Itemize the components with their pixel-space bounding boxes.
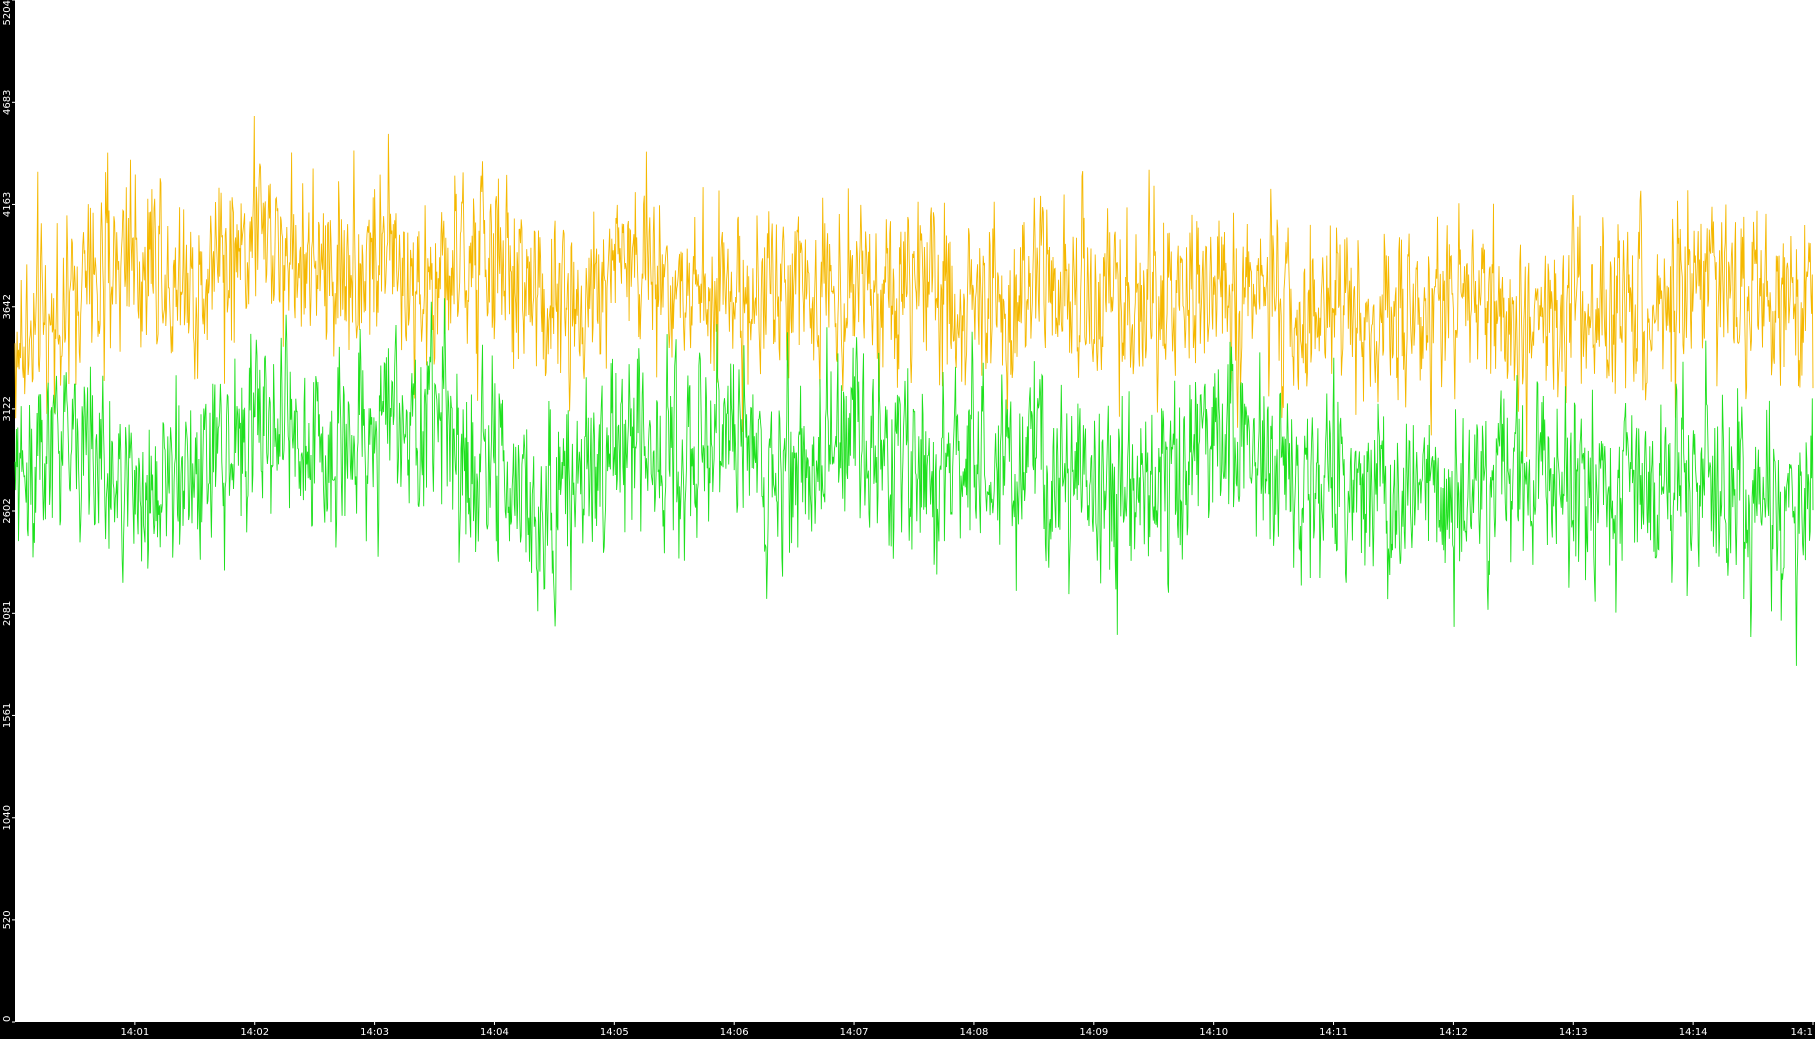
chart-svg: 0 520 1040 1561 2081 2602 3122 3642 4163 4683 5204… <box>0 0 1815 1039</box>
y-tick-label: 1561 <box>2 703 13 728</box>
x-tick-label: 14:10 <box>1199 1027 1228 1038</box>
x-tick-label: 14:04 <box>480 1027 509 1038</box>
x-tick-label: 14:06 <box>720 1027 749 1038</box>
y-tick-label: 3642 <box>2 294 13 319</box>
y-tick-label: 2602 <box>2 498 13 523</box>
plot-area <box>15 0 1815 1022</box>
x-tick-label: 14:02 <box>240 1027 269 1038</box>
x-tick-label: 14:14 <box>1679 1027 1708 1038</box>
y-tick-label: 4683 <box>2 90 13 115</box>
x-tick-label: 14:13 <box>1559 1027 1588 1038</box>
y-tick-label: 1040 <box>2 805 13 830</box>
x-tick-label: 14:07 <box>840 1027 869 1038</box>
x-tick-label: 14:11 <box>1319 1027 1348 1038</box>
y-tick-label: 520 <box>2 910 13 929</box>
y-tick-label: 5204 <box>2 0 13 25</box>
y-tick-label: 4163 <box>2 192 13 217</box>
y-tick-label: 3122 <box>2 396 13 421</box>
x-tick-label: 14:05 <box>600 1027 629 1038</box>
x-tick-label: 14:12 <box>1439 1027 1468 1038</box>
x-tick-label: 14:09 <box>1079 1027 1108 1038</box>
x-tick-label: 14:03 <box>360 1027 389 1038</box>
x-tick-label: 14:01 <box>120 1027 149 1038</box>
x-tick-label: 14:08 <box>960 1027 989 1038</box>
y-tick-label: 2081 <box>2 601 13 626</box>
x-tick-label: 14:1 <box>1791 1027 1813 1038</box>
y-tick-label: 0 <box>2 1016 13 1022</box>
